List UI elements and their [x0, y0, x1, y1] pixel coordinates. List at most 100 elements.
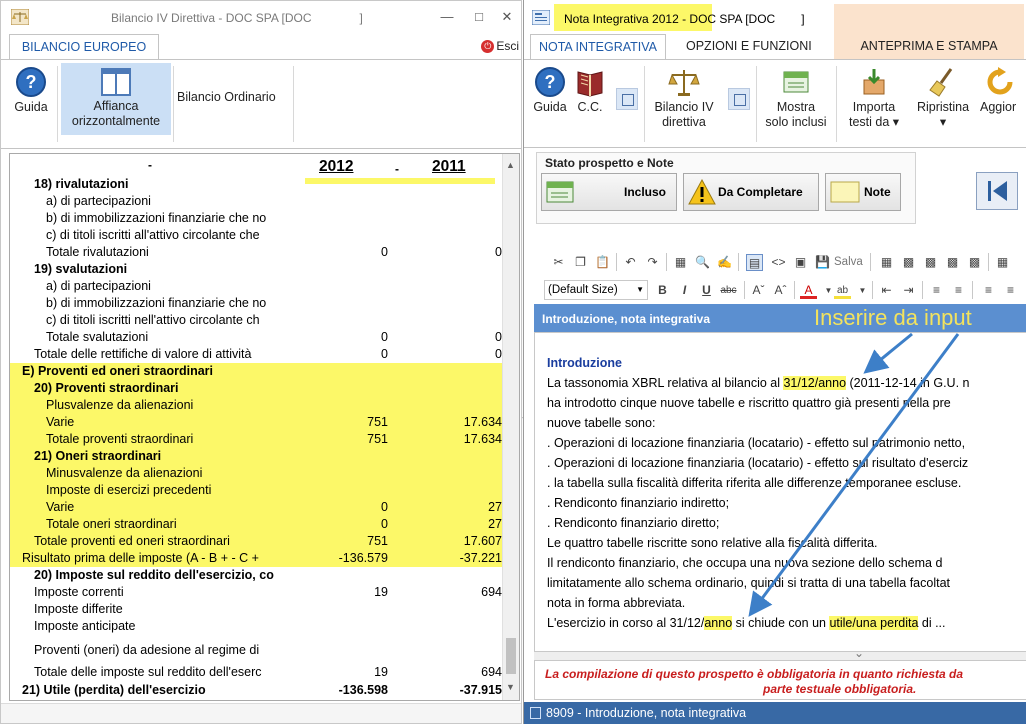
scroll-up-icon[interactable]: ▲ — [506, 160, 515, 170]
nota-editor[interactable]: Introduzione La tassonomia XBRL relativa… — [534, 332, 1026, 652]
insert-col-icon[interactable]: ▩ — [922, 254, 939, 271]
value-2012[interactable]: 751 — [367, 533, 388, 550]
select-all-icon[interactable]: ▦ — [672, 254, 689, 271]
table-row[interactable]: Proventi (oneri) da adesione al regime d… — [10, 642, 504, 659]
guida-button-right[interactable]: ? Guida — [530, 66, 570, 115]
table-row[interactable]: Totale proventi ed oneri straordinari 751… — [10, 533, 504, 550]
first-record-button[interactable] — [976, 172, 1018, 210]
table-row[interactable]: Imposte correnti 19 694 — [10, 584, 504, 601]
scroll-down-icon[interactable]: ▼ — [506, 682, 515, 692]
table-row[interactable]: Plusvalenze da alienazioni — [10, 397, 504, 414]
merge-cells-icon[interactable]: ▩ — [944, 254, 961, 271]
value-2012[interactable]: 751 — [367, 431, 388, 448]
value-2011[interactable]: 27 — [488, 516, 502, 533]
table-row[interactable]: Risultato prima delle imposte (A - B + -… — [10, 550, 504, 567]
tab-nota-integrativa[interactable]: NOTA INTEGRATIVA — [530, 34, 666, 60]
table-row[interactable]: 19) svalutazioni — [10, 261, 504, 278]
redo-icon[interactable]: ↷ — [644, 254, 661, 271]
value-2011[interactable]: 694 — [481, 664, 502, 681]
cut-icon[interactable]: ✂ — [550, 254, 567, 271]
input-placeholder[interactable]: 31/12/anno — [783, 376, 847, 390]
value-2011[interactable]: 17.607 — [464, 533, 502, 550]
value-2011[interactable]: 0 — [495, 346, 502, 363]
source-view-icon[interactable]: <> — [770, 254, 787, 271]
affianca-orizzontalmente-button[interactable]: Affianca orizzontalmente — [61, 63, 171, 135]
table-row[interactable]: 20) Imposte sul reddito dell'esercizio, … — [10, 567, 504, 584]
maximize-icon[interactable]: □ — [469, 7, 489, 27]
input-placeholder[interactable]: utile/una perdita — [829, 616, 919, 630]
minimize-icon[interactable]: — — [437, 7, 457, 27]
undo-icon[interactable]: ↶ — [622, 254, 639, 271]
prospetto-small-icon[interactable] — [616, 88, 638, 110]
da-completare-button[interactable]: Da Completare — [683, 173, 819, 211]
value-2011[interactable]: -37.221 — [460, 550, 502, 567]
grow-font-icon[interactable]: Aˆ — [772, 282, 789, 299]
value-2011[interactable]: 17.634 — [464, 431, 502, 448]
ripristina-button[interactable]: Ripristina ▾ — [910, 66, 976, 130]
mostra-solo-inclusi-button[interactable]: Mostra solo inclusi — [760, 66, 832, 130]
guida-button[interactable]: ? Guida — [11, 66, 51, 115]
value-2012[interactable]: 0 — [381, 244, 388, 261]
bullet-list-icon[interactable]: ≡ — [928, 282, 945, 299]
table-row[interactable]: Totale rivalutazioni 0 0 — [10, 244, 504, 261]
indent-icon[interactable]: ⇥ — [900, 282, 917, 299]
insert-row-icon[interactable]: ▩ — [900, 254, 917, 271]
table-row[interactable]: 21) Utile (perdita) dell'esercizio -136.5… — [10, 682, 504, 699]
value-2012[interactable]: 0 — [381, 499, 388, 516]
table-row[interactable]: Imposte anticipate — [10, 618, 504, 635]
grid-scrollbar[interactable]: ▲ ▼ — [502, 154, 519, 700]
outdent-icon[interactable]: ⇤ — [878, 282, 895, 299]
table-row[interactable]: c) di titoli iscritti all'attivo circola… — [10, 227, 504, 244]
close-icon[interactable]: ✕ — [497, 7, 517, 27]
value-2011[interactable]: -37.915 — [460, 682, 502, 699]
codice-civile-button[interactable]: C.C. — [572, 66, 608, 115]
strikethrough-icon[interactable]: abc — [720, 282, 737, 299]
value-2011[interactable]: 694 — [481, 584, 502, 601]
table-row[interactable]: Totale delle imposte sul reddito dell'es… — [10, 664, 504, 681]
value-2012[interactable]: 0 — [381, 516, 388, 533]
font-color-icon[interactable]: A — [800, 282, 817, 299]
aggiorna-button[interactable]: Aggior — [980, 66, 1026, 115]
value-2012[interactable]: 0 — [381, 346, 388, 363]
save-icon[interactable]: 💾 — [814, 254, 831, 271]
preview-icon[interactable]: ▣ — [792, 254, 809, 271]
bilancio-iv-direttiva-button[interactable]: Bilancio IV direttiva — [648, 66, 720, 130]
shrink-font-icon[interactable]: Aˇ — [750, 282, 767, 299]
underline-icon[interactable]: U — [698, 282, 715, 299]
table-row[interactable]: Varie 751 17.634 — [10, 414, 504, 431]
highlight-dropdown-icon[interactable]: ▼ — [854, 282, 871, 299]
note-button[interactable]: Note — [825, 173, 901, 211]
exit-button[interactable]: ⏻ Esci — [481, 39, 519, 54]
copy-icon[interactable]: ❐ — [572, 254, 589, 271]
table-row[interactable]: Varie 0 27 — [10, 499, 504, 516]
importa-testi-button[interactable]: Importa testi da ▾ — [842, 66, 906, 130]
table-props-icon[interactable]: ▦ — [994, 254, 1011, 271]
tab-opzioni-funzioni[interactable]: OPZIONI E FUNZIONI — [686, 34, 812, 60]
page-view-icon[interactable]: ▤ — [746, 254, 763, 271]
split-cells-icon[interactable]: ▩ — [966, 254, 983, 271]
value-2011[interactable]: 0 — [495, 244, 502, 261]
table-row[interactable]: c) di titoli iscritti nell'attivo circol… — [10, 312, 504, 329]
value-2012[interactable]: -136.579 — [339, 550, 388, 567]
highlight-color-icon[interactable]: ab — [834, 282, 851, 299]
value-2011[interactable]: 27 — [488, 499, 502, 516]
bilancio-ordinario-button[interactable]: Bilancio Ordinario — [177, 90, 291, 105]
table-icon[interactable]: ▦ — [878, 254, 895, 271]
align-center-icon[interactable]: ≡ — [1002, 282, 1019, 299]
value-2012[interactable]: 0 — [381, 329, 388, 346]
table-row[interactable]: Totale delle rettifiche di valore di att… — [10, 346, 504, 363]
table-row[interactable]: Totale proventi straordinari 751 17.634 — [10, 431, 504, 448]
align-left-icon[interactable]: ≡ — [980, 282, 997, 299]
tab-anteprima-stampa[interactable]: ANTEPRIMA E STAMPA — [834, 34, 1024, 60]
table-row[interactable]: Imposte di esercizi precedenti — [10, 482, 504, 499]
italic-icon[interactable]: I — [676, 282, 693, 299]
table-row[interactable]: b) di immobilizzazioni finanziarie che n… — [10, 295, 504, 312]
numbered-list-icon[interactable]: ≡ — [950, 282, 967, 299]
table-row[interactable]: Minusvalenze da alienazioni — [10, 465, 504, 482]
table-row[interactable]: Totale svalutazioni 0 0 — [10, 329, 504, 346]
tab-bilancio-europeo[interactable]: BILANCIO EUROPEO — [9, 34, 159, 61]
table-row[interactable]: a) di partecipazioni — [10, 278, 504, 295]
table-row[interactable]: E) Proventi ed oneri straordinari — [10, 363, 504, 380]
affianca-small-icon[interactable] — [728, 88, 750, 110]
value-2012[interactable]: 19 — [374, 584, 388, 601]
